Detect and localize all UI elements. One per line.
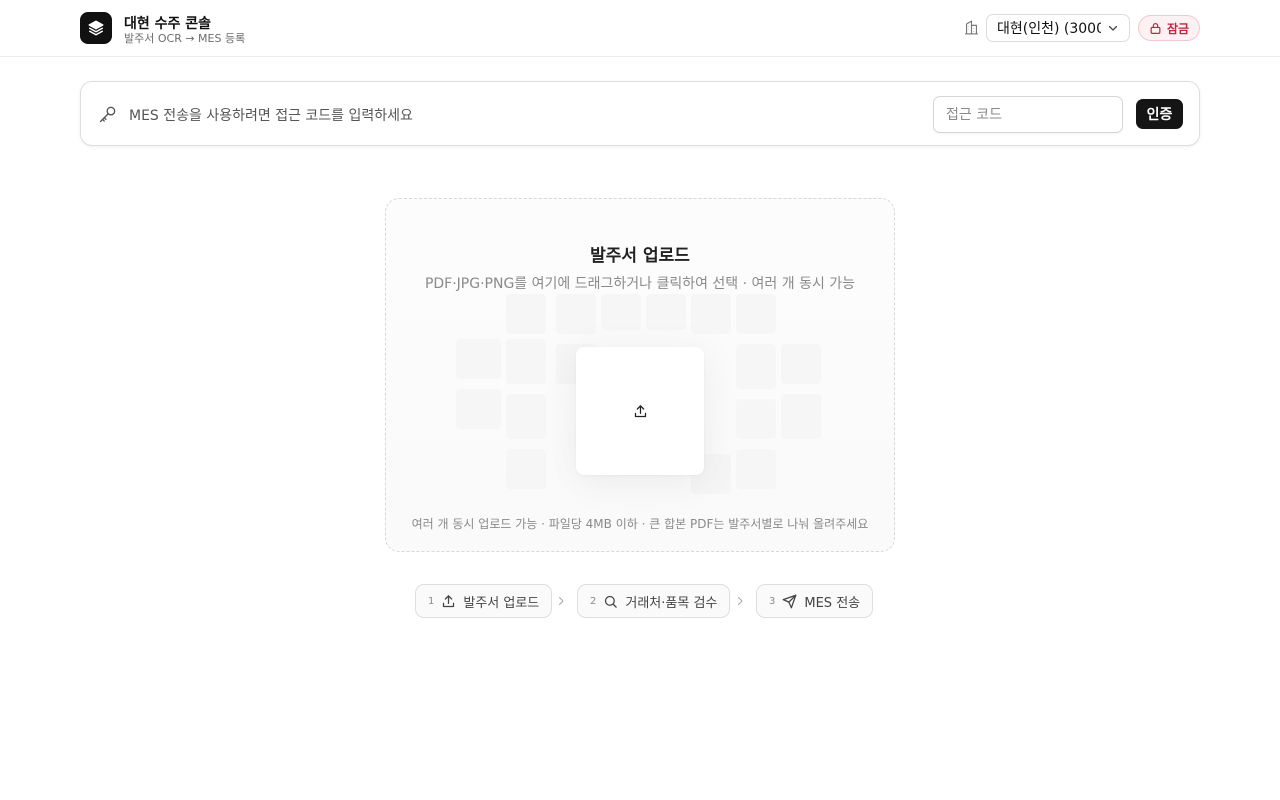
access-code-prompt: MES 전송을 사용하려면 접근 코드를 입력하세요 (129, 108, 413, 124)
upload-icon (443, 594, 455, 607)
send-icon (783, 594, 797, 608)
lock-button[interactable]: 잠금 (1138, 15, 1200, 41)
step-number: 2 (590, 595, 597, 607)
access-code-card: MES 전송을 사용하려면 접근 코드를 입력하세요 인증 (80, 81, 1200, 146)
upload-dropzone[interactable]: 발주서 업로드 PDF·JPG·PNG를 여기에 드래그하거나 클릭하여 선택 … (385, 198, 895, 552)
search-icon (605, 595, 618, 608)
upload-description: PDF·JPG·PNG를 여기에 드래그하거나 클릭하여 선택 · 여러 개 동… (424, 276, 856, 292)
chevron-right-icon (738, 597, 743, 605)
upload-note: 여러 개 동시 업로드 가능 · 파일당 4MB 이하 · 큰 합본 PDF는 … (411, 517, 869, 531)
step-label: 발주서 업로드 (463, 595, 540, 611)
authenticate-button[interactable]: 인증 (1136, 99, 1183, 129)
step-review[interactable]: 2 거래처·품목 검수 (577, 584, 731, 618)
step-number: 3 (769, 595, 776, 607)
building-icon (965, 20, 978, 35)
step-label: MES 전송 (804, 595, 861, 611)
site-select[interactable]: 대현(인천) (3000) (986, 14, 1130, 42)
site-select-value: 대현(인천) (3000) (997, 21, 1101, 37)
step-mes-send[interactable]: 3 MES 전송 (756, 584, 874, 618)
step-label: 거래처·품목 검수 (625, 595, 718, 611)
chevron-down-icon (1108, 25, 1118, 31)
key-icon (99, 106, 116, 123)
app-subtitle: 발주서 OCR → MES 등록 (124, 32, 246, 45)
lock-icon (1150, 22, 1161, 34)
logo (80, 12, 112, 44)
step-number: 1 (428, 595, 435, 607)
step-upload[interactable]: 1 발주서 업로드 (415, 584, 553, 618)
lock-label: 잠금 (1166, 21, 1190, 36)
upload-button[interactable] (576, 347, 704, 475)
upload-title: 발주서 업로드 (590, 246, 690, 266)
app-header: 대현 수주 콘솔 발주서 OCR → MES 등록 대현(인천) (3000) … (0, 0, 1280, 57)
chevron-right-icon (559, 597, 564, 605)
layers-icon (88, 20, 104, 36)
upload-icon (634, 404, 646, 417)
access-code-input[interactable] (933, 96, 1123, 133)
